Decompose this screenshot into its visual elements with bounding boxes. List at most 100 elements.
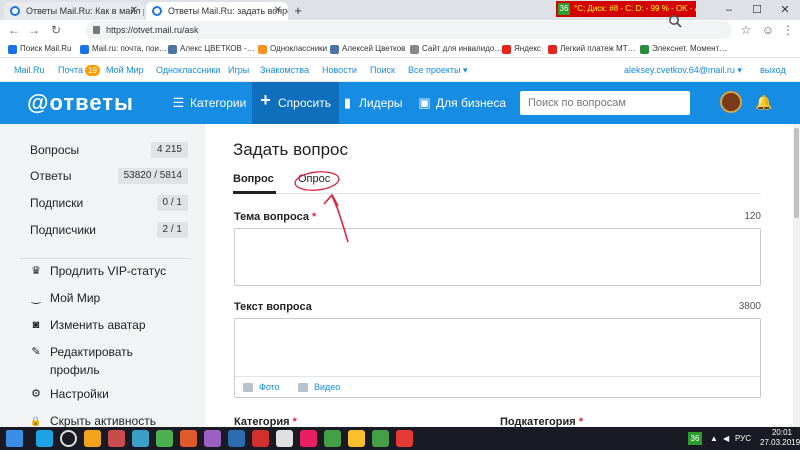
nav-label: Лидеры bbox=[359, 96, 403, 110]
app-icon[interactable] bbox=[300, 430, 317, 447]
otvety-logo[interactable]: @ответы bbox=[27, 88, 134, 118]
tab-question[interactable]: Вопрос bbox=[233, 170, 274, 188]
stat-subscriptions[interactable]: Подписки 0 / 1 bbox=[30, 193, 188, 213]
annotation-circle-arrow bbox=[294, 171, 349, 243]
app-icon[interactable] bbox=[180, 430, 197, 447]
nav-categories[interactable]: ☰ Категории bbox=[172, 82, 247, 124]
bookmark-item[interactable]: Легкий платеж МТ… bbox=[548, 42, 636, 56]
portal-bar: Mail.Ru Почта 19 Мой Мир Одноклассники Иг… bbox=[0, 58, 800, 82]
bookmarks-bar: Поиск Mail.Ru Mail.ru: почта, пои… Алекс… bbox=[0, 40, 800, 58]
topic-char-limit: 120 bbox=[744, 211, 761, 222]
menu-moi-mir[interactable]: ‿ Мой Мир bbox=[30, 289, 200, 307]
portal-link-mailru[interactable]: Mail.Ru bbox=[14, 58, 45, 82]
back-arrow-icon[interactable]: ← bbox=[6, 22, 22, 38]
app-icon[interactable] bbox=[372, 430, 389, 447]
menu-edit-profile[interactable]: ✎ Редактировать профиль bbox=[30, 343, 150, 379]
search-icon[interactable] bbox=[60, 430, 77, 447]
attachments-bar: Фото Видео bbox=[235, 376, 760, 397]
scrollbar-thumb[interactable] bbox=[794, 128, 799, 218]
lock-icon bbox=[93, 26, 100, 34]
menu-settings[interactable]: ⚙ Настройки bbox=[30, 385, 200, 403]
app-icon[interactable] bbox=[252, 430, 269, 447]
page-title: Задать вопрос bbox=[233, 140, 348, 159]
status-text: °С; Диск: #8 - C: D: - 99 % - OK - Актив… bbox=[574, 4, 696, 13]
portal-link-moi-mir[interactable]: Мой Мир bbox=[106, 58, 144, 82]
attach-photo[interactable]: Фото bbox=[243, 377, 280, 398]
tray-language[interactable]: РУС bbox=[735, 433, 751, 445]
portal-link-search[interactable]: Поиск bbox=[370, 58, 395, 82]
tray-network-icon[interactable]: ▲ bbox=[710, 432, 718, 445]
stat-count: 2 / 1 bbox=[156, 222, 188, 238]
portal-link-ok[interactable]: Одноклассники bbox=[156, 58, 220, 82]
minimize-button[interactable]: – bbox=[716, 2, 742, 18]
stat-subscribers[interactable]: Подписчики 2 / 1 bbox=[30, 220, 188, 240]
tray-time[interactable]: 20:01 bbox=[764, 428, 800, 438]
browser-tab-2[interactable]: Ответы Mail.Ru: задать вопрос ✕ bbox=[146, 2, 288, 20]
app-icon[interactable] bbox=[84, 430, 101, 447]
search-icon[interactable] bbox=[668, 14, 682, 28]
app-icon[interactable] bbox=[108, 430, 125, 447]
app-icon[interactable] bbox=[132, 430, 149, 447]
app-icon[interactable] bbox=[396, 430, 413, 447]
bookmark-item[interactable]: Алексей Цветков bbox=[330, 42, 405, 56]
menu-hide-activity[interactable]: 🔒 Скрыть активность bbox=[30, 412, 200, 427]
tray-date[interactable]: 27.03.2019 bbox=[760, 438, 800, 448]
forward-arrow-icon[interactable]: → bbox=[26, 22, 42, 38]
menu-change-avatar[interactable]: ◙ Изменить аватар bbox=[30, 316, 200, 334]
portal-link-dating[interactable]: Знакомства bbox=[260, 58, 309, 82]
bookmark-item[interactable]: Яндекс bbox=[502, 42, 541, 56]
logout-link[interactable]: выход bbox=[760, 58, 786, 82]
maximize-button[interactable]: ☐ bbox=[744, 2, 770, 18]
windows-icon[interactable] bbox=[6, 430, 23, 447]
menu-vip[interactable]: ♛ Продлить VIP-статус bbox=[30, 262, 200, 280]
avatar[interactable] bbox=[720, 91, 742, 113]
bookmark-item[interactable]: Mail.ru: почта, пои… bbox=[80, 42, 167, 56]
bookmark-item[interactable]: Алекс ЦВЕТКОВ -… bbox=[168, 42, 255, 56]
url-field[interactable]: https://otvet.mail.ru/ask bbox=[86, 21, 732, 39]
search-input[interactable] bbox=[520, 91, 690, 115]
extension-icon[interactable]: ☺ bbox=[760, 22, 776, 38]
bookmark-item[interactable]: Одноклассники bbox=[258, 42, 327, 56]
briefcase-icon: ▣ bbox=[418, 95, 431, 110]
nav-label: Спросить bbox=[278, 96, 331, 110]
browser-tab-1[interactable]: Ответы Mail.Ru: Как в майл ру ( ✕ bbox=[4, 2, 144, 20]
chrome-icon[interactable] bbox=[348, 430, 365, 447]
portal-link-news[interactable]: Новости bbox=[322, 58, 357, 82]
portal-link-games[interactable]: Игры bbox=[228, 58, 249, 82]
menu-dots-icon[interactable]: ⋮ bbox=[780, 22, 796, 38]
app-icon[interactable] bbox=[276, 430, 293, 447]
portal-link-all-projects[interactable]: Все проекты ▾ bbox=[408, 58, 468, 82]
attach-video[interactable]: Видео bbox=[298, 377, 340, 398]
bookmark-item[interactable]: Сайт для инвалидо… bbox=[410, 42, 502, 56]
bookmark-icon bbox=[8, 45, 17, 54]
app-icon[interactable] bbox=[324, 430, 341, 447]
stat-answers[interactable]: Ответы 53820 / 5814 bbox=[30, 166, 188, 186]
nav-business[interactable]: ▣ Для бизнеса bbox=[418, 82, 506, 124]
close-tab-icon[interactable]: ✕ bbox=[274, 2, 282, 20]
tray-badge[interactable]: 36 bbox=[688, 432, 702, 445]
subcategory-label: Подкатегория * bbox=[500, 414, 583, 427]
close-window-button[interactable]: ✕ bbox=[772, 2, 798, 18]
star-icon[interactable]: ☆ bbox=[738, 22, 754, 38]
nav-label: Категории bbox=[190, 96, 247, 110]
stat-count: 4 215 bbox=[150, 142, 188, 158]
stat-questions[interactable]: Вопросы 4 215 bbox=[30, 140, 188, 160]
portal-link-mail[interactable]: Почта 19 bbox=[58, 58, 100, 82]
bell-icon[interactable]: 🔔 bbox=[755, 93, 773, 111]
user-email-link[interactable]: aleksey.cvetkov.64@mail.ru ▾ bbox=[624, 58, 742, 82]
bookmark-item[interactable]: Поиск Mail.Ru bbox=[8, 42, 72, 56]
bookmark-label: Сайт для инвалидо… bbox=[422, 44, 503, 53]
close-tab-icon[interactable]: ✕ bbox=[130, 2, 138, 20]
nav-leaders[interactable]: ▮ Лидеры bbox=[341, 82, 403, 124]
tab-title: Ответы Mail.Ru: задать вопрос bbox=[168, 6, 288, 16]
app-icon[interactable] bbox=[228, 430, 245, 447]
new-tab-button[interactable]: + bbox=[291, 4, 305, 18]
reload-icon[interactable]: ↻ bbox=[48, 22, 64, 38]
app-icon[interactable] bbox=[204, 430, 221, 447]
bookmark-item[interactable]: Элекснет. Момент… bbox=[640, 42, 727, 56]
stat-label: Подписчики bbox=[30, 223, 97, 237]
app-icon[interactable] bbox=[156, 430, 173, 447]
ie-icon[interactable] bbox=[36, 430, 53, 447]
tray-volume-icon[interactable]: ◀ bbox=[723, 432, 729, 445]
nav-ask-button[interactable]: + Спросить bbox=[252, 82, 339, 124]
